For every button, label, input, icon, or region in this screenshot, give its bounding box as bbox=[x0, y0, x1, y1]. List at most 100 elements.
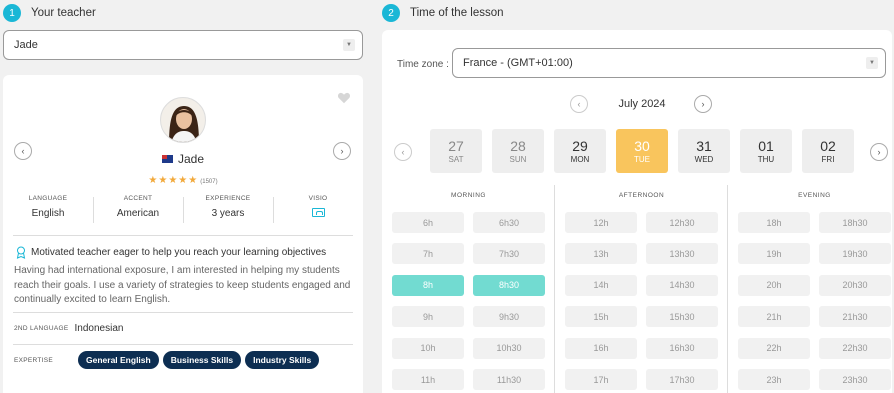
timezone-select[interactable]: France - (GMT+01:00) ▼ bbox=[452, 48, 886, 78]
time-slot-9h30[interactable]: 9h30 bbox=[473, 306, 545, 328]
award-icon bbox=[16, 246, 26, 259]
time-panel: Time zone : France - (GMT+01:00) ▼ ‹ Jul… bbox=[382, 30, 892, 393]
time-slot-16h30[interactable]: 16h30 bbox=[646, 337, 718, 359]
previous-days-button[interactable]: ‹ bbox=[394, 143, 412, 161]
day-sun-28[interactable]: 28 SUN bbox=[492, 129, 544, 173]
day-weekday: SUN bbox=[509, 155, 527, 164]
review-count: (1507) bbox=[200, 179, 218, 185]
day-wed-31[interactable]: 31 WED bbox=[678, 129, 730, 173]
day-mon-29[interactable]: 29 MON bbox=[554, 129, 606, 173]
timezone-value: France - (GMT+01:00) bbox=[463, 57, 573, 69]
time-slot-15h[interactable]: 15h bbox=[565, 306, 637, 328]
divider bbox=[13, 235, 353, 236]
time-slot-7h[interactable]: 7h bbox=[392, 243, 464, 265]
next-month-button[interactable]: › bbox=[694, 95, 712, 113]
divider bbox=[727, 185, 728, 393]
time-slot-21h30[interactable]: 21h30 bbox=[819, 306, 891, 328]
stat-value: 3 years bbox=[211, 208, 245, 219]
time-slot-19h[interactable]: 19h bbox=[738, 243, 810, 265]
stat-label: EXPERIENCE bbox=[205, 195, 251, 202]
avatar bbox=[160, 97, 206, 143]
expertise-tag: General English bbox=[78, 351, 159, 369]
time-slot-12h[interactable]: 12h bbox=[565, 212, 637, 233]
step-title: Your teacher bbox=[31, 7, 96, 19]
time-slot-21h[interactable]: 21h bbox=[738, 306, 810, 328]
day-sat-27[interactable]: 27 SAT bbox=[430, 129, 482, 173]
time-slot-11h[interactable]: 11h bbox=[392, 369, 464, 390]
stat-value: American bbox=[116, 208, 160, 219]
teacher-name-row: Jade bbox=[3, 152, 363, 166]
expertise-tag: Industry Skills bbox=[245, 351, 320, 369]
step-number: 2 bbox=[382, 4, 400, 22]
day-number: 02 bbox=[820, 138, 836, 154]
divider bbox=[13, 312, 353, 313]
step-your-teacher: 1 Your teacher bbox=[3, 4, 96, 22]
day-tue-30[interactable]: 30 TUE bbox=[616, 129, 668, 173]
time-slot-6h[interactable]: 6h bbox=[392, 212, 464, 233]
time-slot-9h[interactable]: 9h bbox=[392, 306, 464, 328]
time-slot-17h[interactable]: 17h bbox=[565, 369, 637, 390]
stat-label: LANGUAGE bbox=[28, 195, 68, 202]
time-slot-17h30[interactable]: 17h30 bbox=[646, 369, 718, 390]
divider bbox=[13, 344, 353, 345]
previous-month-button[interactable]: ‹ bbox=[570, 95, 588, 113]
video-icon bbox=[311, 208, 325, 217]
time-slot-6h30[interactable]: 6h30 bbox=[473, 212, 545, 233]
step-title: Time of the lesson bbox=[410, 7, 504, 19]
day-number: 30 bbox=[634, 138, 650, 154]
chevron-down-icon: ▼ bbox=[866, 57, 878, 69]
time-slot-18h30[interactable]: 18h30 bbox=[819, 212, 891, 233]
time-slot-12h30[interactable]: 12h30 bbox=[646, 212, 718, 233]
stat-experience: EXPERIENCE 3 years bbox=[183, 195, 273, 227]
time-slot-22h[interactable]: 22h bbox=[738, 337, 810, 359]
time-slot-10h30[interactable]: 10h30 bbox=[473, 337, 545, 359]
time-slot-10h[interactable]: 10h bbox=[392, 337, 464, 359]
teacher-select[interactable]: Jade ▼ bbox=[3, 30, 363, 60]
expertise-row: EXPERTISE General English Business Skill… bbox=[14, 351, 323, 369]
time-slot-7h30[interactable]: 7h30 bbox=[473, 243, 545, 265]
time-slot-23h30[interactable]: 23h30 bbox=[819, 369, 891, 390]
stat-value: English bbox=[31, 208, 65, 219]
time-slot-8h30[interactable]: 8h30 bbox=[473, 274, 545, 296]
teacher-name: Jade bbox=[177, 152, 205, 166]
day-weekday: FRI bbox=[821, 155, 835, 164]
favorite-heart-icon[interactable] bbox=[337, 91, 351, 105]
stat-visio: VISIO bbox=[273, 195, 363, 227]
teacher-card: ‹ › Jade ★★★★★ (1507) LANGUAGE English AC… bbox=[3, 75, 363, 393]
teacher-select-value: Jade bbox=[14, 39, 38, 51]
time-slot-23h[interactable]: 23h bbox=[738, 369, 810, 390]
teacher-bio: Having had international exposure, I am … bbox=[14, 265, 351, 305]
expertise-tag: Business Skills bbox=[162, 351, 242, 369]
day-number: 01 bbox=[758, 138, 774, 154]
day-weekday: THU bbox=[757, 155, 775, 164]
time-slot-15h30[interactable]: 15h30 bbox=[646, 306, 718, 328]
stat-accent: ACCENT American bbox=[93, 195, 183, 227]
timezone-label: Time zone : bbox=[397, 59, 449, 70]
time-slot-13h30[interactable]: 13h30 bbox=[646, 243, 718, 265]
time-slot-13h[interactable]: 13h bbox=[565, 243, 637, 265]
expertise-label: EXPERTISE bbox=[14, 356, 54, 364]
time-slot-14h30[interactable]: 14h30 bbox=[646, 274, 718, 296]
star-rating-icons: ★★★★★ bbox=[148, 175, 199, 186]
stat-language: LANGUAGE English bbox=[3, 195, 93, 227]
time-slot-19h30[interactable]: 19h30 bbox=[819, 243, 891, 265]
time-slot-14h[interactable]: 14h bbox=[565, 274, 637, 296]
step-time-of-lesson: 2 Time of the lesson bbox=[382, 4, 504, 22]
day-thu-01[interactable]: 01 THU bbox=[740, 129, 792, 173]
day-number: 29 bbox=[572, 138, 588, 154]
teacher-stats: LANGUAGE English ACCENT American EXPERIE… bbox=[3, 195, 363, 227]
time-slot-20h[interactable]: 20h bbox=[738, 274, 810, 296]
period-afternoon: AFTERNOON bbox=[618, 192, 665, 199]
next-days-button[interactable]: › bbox=[870, 143, 888, 161]
time-slot-16h[interactable]: 16h bbox=[565, 337, 637, 359]
time-slot-18h[interactable]: 18h bbox=[738, 212, 810, 233]
time-slot-11h30[interactable]: 11h30 bbox=[473, 369, 545, 390]
time-slot-20h30[interactable]: 20h30 bbox=[819, 274, 891, 296]
time-slot-22h30[interactable]: 22h30 bbox=[819, 337, 891, 359]
second-language-value: Indonesian bbox=[74, 323, 124, 334]
teacher-headline: Motivated teacher eager to help you reac… bbox=[15, 246, 326, 259]
day-weekday: SAT bbox=[448, 155, 464, 164]
day-fri-02[interactable]: 02 FRI bbox=[802, 129, 854, 173]
time-slot-8h[interactable]: 8h bbox=[392, 274, 464, 296]
headline-text: Motivated teacher eager to help you reac… bbox=[31, 247, 327, 258]
